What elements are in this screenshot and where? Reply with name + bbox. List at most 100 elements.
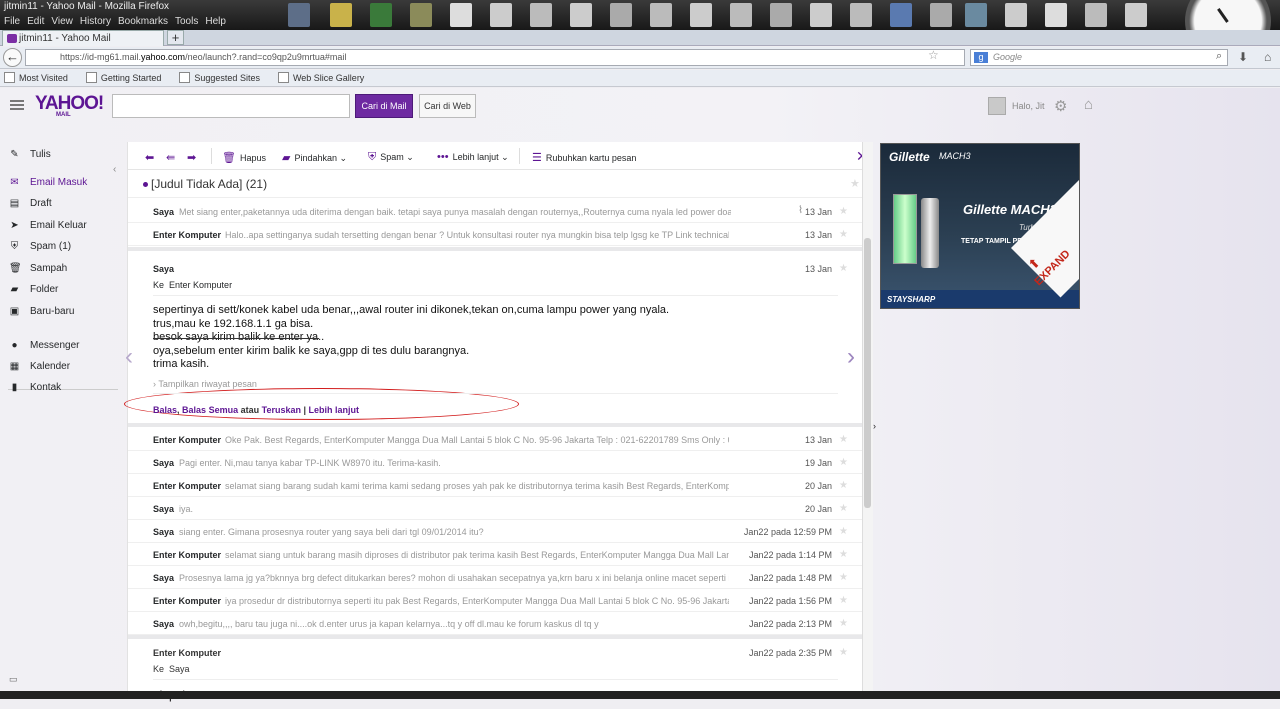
message-row[interactable]: Enter Komputer Oke Pak. Best Regards, En… [128, 428, 863, 451]
sidebar-item-recent[interactable]: ▣ Baru-baru [9, 306, 75, 317]
more-button[interactable]: ••• Lebih lanjut ⌄ [437, 151, 509, 163]
star-icon[interactable]: ★ [839, 595, 848, 606]
next-message-icon[interactable]: › [847, 343, 855, 371]
sidebar-item-sent[interactable]: ➤ Email Keluar [9, 220, 86, 231]
star-icon[interactable]: ★ [839, 618, 848, 629]
desktop-icon[interactable] [288, 3, 310, 27]
message-sender[interactable]: Enter Komputer [153, 648, 221, 658]
bookmark-most-visited[interactable]: Most Visited [4, 72, 68, 86]
reply-all-link[interactable]: Balas Semua [182, 405, 238, 415]
new-tab-button[interactable]: + [167, 30, 184, 45]
scrollbar-thumb[interactable] [864, 238, 871, 508]
message-row[interactable]: Saya Pagi enter. Ni,mau tanya kabar TP-L… [128, 451, 863, 474]
star-icon[interactable]: ★ [839, 229, 848, 240]
reply-icon[interactable]: ⬅ [145, 151, 158, 164]
bookmark-web-slice-gallery[interactable]: Web Slice Gallery [278, 72, 364, 86]
browser-tab[interactable]: jitmin11 - Yahoo Mail [2, 30, 164, 46]
message-row[interactable]: Enter Komputer selamat siang untuk baran… [128, 543, 863, 566]
star-icon[interactable]: ★ [839, 526, 848, 537]
message-row[interactable]: Saya Met siang enter,paketannya uda dite… [128, 200, 863, 223]
desktop-icon[interactable] [690, 3, 712, 27]
gear-icon[interactable]: ⚙ [1054, 97, 1067, 115]
desktop-icon[interactable] [330, 3, 352, 27]
home-icon[interactable]: ⌂ [1084, 96, 1093, 113]
web-search-input[interactable]: g Google [970, 49, 1228, 66]
menu-edit[interactable]: Edit [27, 16, 44, 27]
desktop-icon[interactable] [1005, 3, 1027, 27]
message-sender[interactable]: Saya [153, 264, 174, 274]
desktop-icon[interactable] [650, 3, 672, 27]
gillette-ad[interactable]: Gillette MACH3 Gillette MACH3 Turbo TETA… [880, 143, 1080, 309]
message-row[interactable]: Saya siang enter. Gimana prosesnya route… [128, 520, 863, 543]
home-icon[interactable]: ⌂ [1264, 50, 1271, 64]
desktop-icon[interactable] [370, 3, 392, 27]
menu-icon[interactable] [10, 100, 24, 110]
avatar[interactable] [988, 97, 1006, 115]
desktop-icon[interactable] [850, 3, 872, 27]
desktop-icon[interactable] [1085, 3, 1107, 27]
search-icon[interactable]: ⌕ [1216, 50, 1222, 63]
move-button[interactable]: ▰ Pindahkan ⌄ [282, 151, 347, 164]
collapse-sidebar-icon[interactable]: ‹ [113, 164, 116, 175]
star-icon[interactable]: ★ [839, 647, 848, 658]
sidebar-item-inbox[interactable]: ✉ Email Masuk [9, 177, 87, 188]
address-bar[interactable]: https://id-mg61.mail.yahoo.com/neo/launc… [25, 49, 965, 66]
reply-link[interactable]: Balas [153, 405, 177, 415]
back-button[interactable]: ← [3, 48, 22, 67]
desktop-icon[interactable] [965, 3, 987, 27]
sidebar-item-spam[interactable]: ⛨ Spam (1) [9, 241, 71, 252]
sidebar-item-draft[interactable]: ▤ Draft [9, 198, 52, 209]
sidebar-footer-icon[interactable]: ▭ [9, 674, 18, 685]
more-actions-link[interactable]: Lebih lanjut [309, 405, 360, 415]
sidebar-item-contacts[interactable]: ▮ Kontak [9, 382, 61, 393]
sidebar-item-calendar[interactable]: ▦ Kalender [9, 361, 70, 372]
star-icon[interactable]: ★ [850, 177, 860, 190]
desktop-icon[interactable] [770, 3, 792, 27]
star-icon[interactable]: ★ [839, 206, 848, 217]
desktop-icon[interactable] [450, 3, 472, 27]
bookmark-star-icon[interactable]: ☆ [928, 48, 939, 62]
spam-button[interactable]: ⛨ Spam ⌄ [368, 151, 414, 164]
sidebar-item-folder[interactable]: ▰ Folder [9, 284, 59, 295]
menu-help[interactable]: Help [205, 16, 226, 27]
forward-link[interactable]: Teruskan [262, 405, 301, 415]
desktop-icon[interactable] [1125, 3, 1147, 27]
menu-view[interactable]: View [51, 16, 73, 27]
desktop-icon[interactable] [730, 3, 752, 27]
desktop-icon[interactable] [570, 3, 592, 27]
desktop-icon[interactable] [890, 3, 912, 27]
desktop-icon[interactable] [930, 3, 952, 27]
expand-right-icon[interactable]: › [873, 421, 876, 431]
desktop-icon[interactable] [810, 3, 832, 27]
desktop-icon[interactable] [490, 3, 512, 27]
message-row[interactable]: Saya owh,begitu,,,, baru tau juga ni....… [128, 612, 863, 635]
message-row[interactable]: Enter Komputer selamat siang barang suda… [128, 474, 863, 497]
menu-history[interactable]: History [80, 16, 111, 27]
menu-tools[interactable]: Tools [175, 16, 198, 27]
previous-message-icon[interactable]: ‹ [125, 343, 133, 371]
message-row[interactable]: Saya iya. 20 Jan ★ [128, 497, 863, 520]
desktop-icon[interactable] [610, 3, 632, 27]
message-row[interactable]: Enter Komputer Halo..apa settinganya sud… [128, 223, 863, 246]
star-icon[interactable]: ★ [839, 457, 848, 468]
desktop-icon[interactable] [410, 3, 432, 27]
greeting[interactable]: Halo, Jit [1012, 101, 1045, 111]
show-history-link[interactable]: › Tampilkan riwayat pesan [153, 379, 838, 394]
star-icon[interactable]: ★ [839, 480, 848, 491]
menu-file[interactable]: File [4, 16, 20, 27]
star-icon[interactable]: ★ [839, 503, 848, 514]
search-mail-button[interactable]: Cari di Mail [355, 94, 413, 118]
sidebar-item-messenger[interactable]: ● Messenger [9, 340, 79, 351]
star-icon[interactable]: ★ [839, 263, 848, 274]
download-icon[interactable]: ⬇ [1238, 50, 1248, 64]
desktop-icon[interactable] [530, 3, 552, 27]
bookmark-getting-started[interactable]: Getting Started [86, 72, 162, 86]
menu-bookmarks[interactable]: Bookmarks [118, 16, 168, 27]
star-icon[interactable]: ★ [839, 434, 848, 445]
message-row[interactable]: Enter Komputer iya prosedur dr distribut… [128, 589, 863, 612]
star-icon[interactable]: ★ [839, 549, 848, 560]
delete-button[interactable]: 🗑 Hapus [222, 151, 266, 164]
sidebar-item-trash[interactable]: 🗑 Sampah [9, 263, 67, 274]
forward-icon[interactable]: ➡ [187, 151, 200, 164]
message-row[interactable]: Saya Prosesnya lama jg ya?bknnya brg def… [128, 566, 863, 589]
